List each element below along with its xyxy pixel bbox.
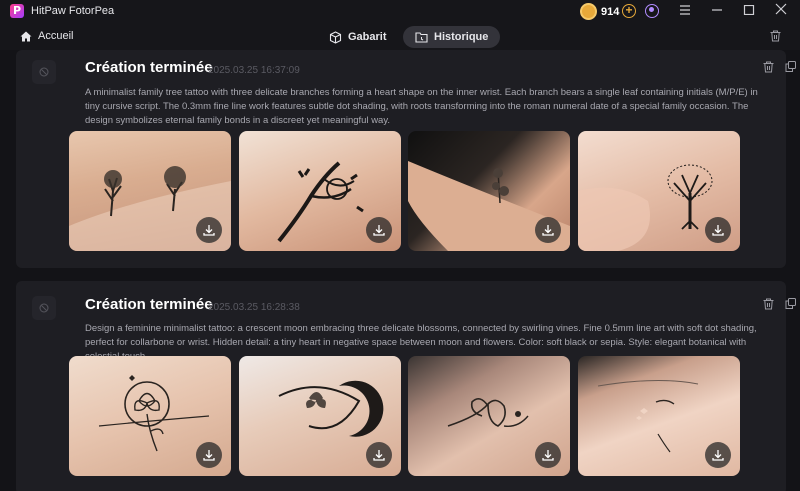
moon-flower-tattoo-3[interactable] — [408, 356, 570, 476]
folder-icon — [415, 32, 428, 43]
tab-gabarit[interactable]: Gabarit — [317, 26, 399, 48]
download-button[interactable] — [535, 217, 561, 243]
title-bar: P HitPaw FotorPea 914 + — [0, 0, 800, 23]
download-button[interactable] — [196, 217, 222, 243]
delete-icon[interactable] — [763, 298, 774, 310]
family-tree-tattoo-4[interactable] — [578, 131, 740, 251]
nav-bar: Accueil Gabarit Historique — [0, 23, 800, 50]
download-icon — [712, 450, 724, 461]
download-icon — [542, 225, 554, 236]
download-icon — [542, 450, 554, 461]
download-icon — [712, 225, 724, 236]
download-button[interactable] — [366, 442, 392, 468]
history-card: Création terminée 2025.03.25 16:37:09 A … — [16, 50, 796, 268]
download-button[interactable] — [196, 442, 222, 468]
download-button[interactable] — [705, 217, 731, 243]
close-icon[interactable] — [766, 0, 796, 23]
user-account-icon[interactable] — [645, 4, 659, 18]
card-timestamp: 2025.03.25 16:37:09 — [208, 65, 300, 76]
home-button[interactable]: Accueil — [20, 30, 73, 42]
tab-historique[interactable]: Historique — [403, 26, 501, 48]
download-icon — [373, 225, 385, 236]
download-icon — [373, 450, 385, 461]
tab-gabarit-label: Gabarit — [348, 31, 387, 43]
maximize-icon[interactable] — [734, 0, 764, 23]
cube-icon — [329, 30, 342, 44]
download-button[interactable] — [705, 442, 731, 468]
clear-history-button[interactable] — [770, 29, 781, 47]
card-prompt: A minimalist family tree tattoo with thr… — [85, 87, 758, 126]
tab-historique-label: Historique — [434, 31, 489, 43]
moon-flower-tattoo-2[interactable] — [239, 356, 401, 476]
trash-icon — [770, 30, 781, 42]
coin-icon[interactable] — [580, 3, 597, 20]
moon-flower-tattoo-4[interactable] — [578, 356, 740, 476]
minimize-icon[interactable] — [702, 0, 732, 23]
app-logo-icon: P — [10, 4, 24, 18]
card-timestamp: 2025.03.25 16:28:38 — [208, 302, 300, 313]
card-status-icon — [32, 60, 56, 84]
download-button[interactable] — [535, 442, 561, 468]
family-tree-tattoo-3[interactable] — [408, 131, 570, 251]
home-label: Accueil — [38, 30, 74, 42]
card-title: Création terminée — [85, 296, 213, 313]
download-icon — [203, 225, 215, 236]
coin-count: 914 — [601, 6, 620, 18]
history-card: Création terminée 2025.03.25 16:28:38 De… — [16, 281, 796, 491]
copy-icon[interactable] — [785, 298, 796, 309]
family-tree-tattoo-1[interactable] — [69, 131, 231, 251]
moon-flower-tattoo-1[interactable] — [69, 356, 231, 476]
family-tree-tattoo-2[interactable] — [239, 131, 401, 251]
delete-icon[interactable] — [763, 61, 774, 73]
copy-icon[interactable] — [785, 61, 796, 72]
download-icon — [203, 450, 215, 461]
app-title: HitPaw FotorPea — [31, 5, 115, 17]
card-title: Création terminée — [85, 59, 213, 76]
add-coins-icon[interactable]: + — [622, 4, 636, 18]
card-status-icon — [32, 296, 56, 320]
menu-icon[interactable] — [670, 0, 700, 23]
home-icon — [20, 31, 32, 41]
download-button[interactable] — [366, 217, 392, 243]
